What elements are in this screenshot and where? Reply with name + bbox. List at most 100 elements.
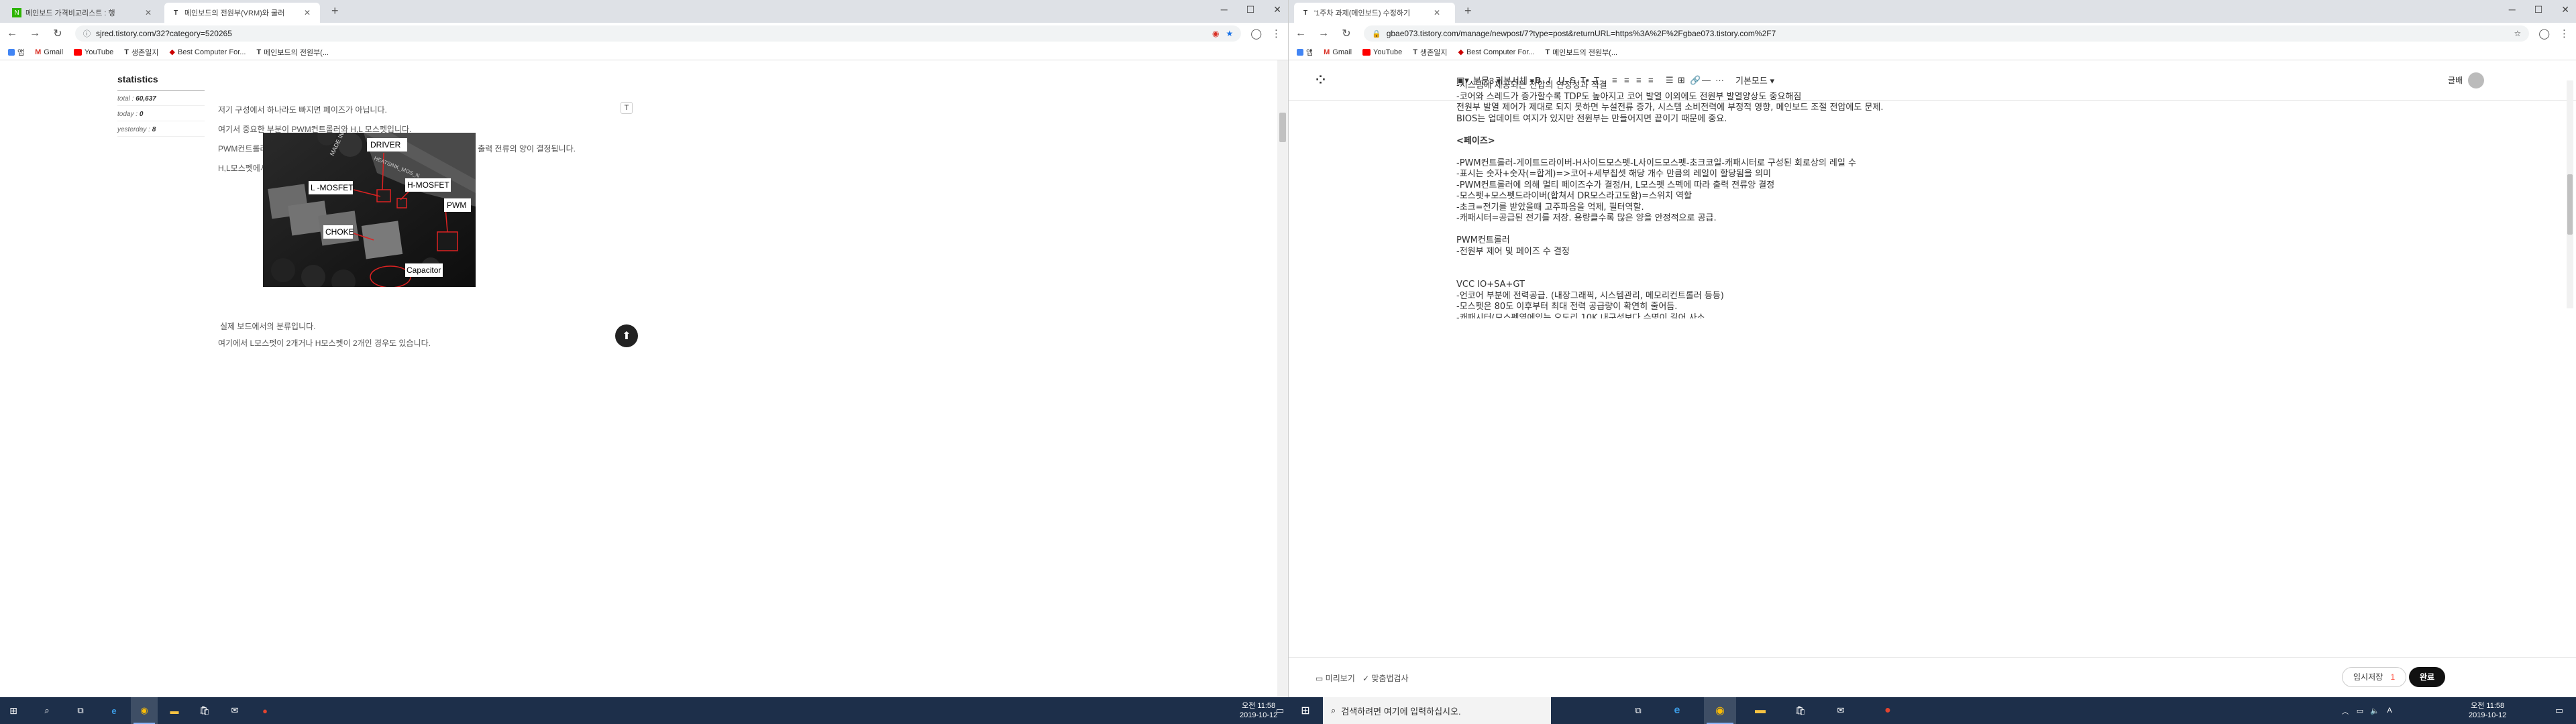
- explorer-taskbar-button[interactable]: ▬: [161, 697, 188, 724]
- url-field[interactable]: ⓘ sjred.tistory.com/32?category=520265 ◉…: [75, 25, 1242, 42]
- avatar[interactable]: [2468, 72, 2484, 88]
- chrome-taskbar-button[interactable]: ◉: [131, 697, 158, 724]
- search-button[interactable]: ⌕: [34, 697, 60, 724]
- editor-content[interactable]: -시스템에 제공되는 전압의 안정성과 직결 -코어와 스레드가 증가할수록 T…: [1456, 80, 2442, 318]
- editor-scrollbar[interactable]: [2567, 80, 2573, 308]
- network-icon[interactable]: ▭: [2353, 697, 2367, 724]
- scrollbar-thumb[interactable]: [2567, 174, 2573, 235]
- notification-glyph: ▭: [1275, 705, 1285, 715]
- notification-icon[interactable]: ▭: [1275, 697, 1285, 724]
- forward-icon[interactable]: →: [30, 27, 40, 40]
- bookmark-apps[interactable]: 앱: [1297, 47, 1313, 58]
- stat-value: 0: [139, 111, 144, 118]
- chrome-icon: ◉: [1715, 705, 1725, 717]
- app-taskbar-button[interactable]: ●: [1872, 697, 1904, 724]
- tab-price-list[interactable]: N 메인보드 가격비교리스트 : 행 ✕: [5, 3, 161, 23]
- right-clock[interactable]: 오전 11:58 2019-10-12: [2469, 701, 2506, 720]
- motherboard-photo: MADE IN CH HEATSINK_MOS_N DRIVER L -MOSF…: [263, 133, 476, 287]
- close-window-icon[interactable]: ✕: [1273, 4, 1281, 15]
- scrollbar-thumb[interactable]: [1279, 113, 1286, 142]
- bookmark-best-computer[interactable]: ◆ Best Computer For...: [169, 48, 246, 57]
- bookmark-gmail[interactable]: M Gmail: [1324, 48, 1352, 56]
- maximize-icon[interactable]: ☐: [1246, 4, 1255, 15]
- close-icon[interactable]: ✕: [304, 8, 311, 17]
- taskbar-search-box[interactable]: ⌕ 검색하려면 여기에 입력하십시오.: [1323, 697, 1551, 724]
- tray-chevron-icon[interactable]: ︿: [2339, 697, 2352, 724]
- bookmark-label: YouTube: [1373, 48, 1403, 56]
- tistory-icon: T: [1545, 48, 1550, 56]
- minimize-icon[interactable]: ─: [1221, 4, 1228, 15]
- edge-taskbar-button[interactable]: e: [101, 697, 127, 724]
- maximize-icon[interactable]: ☐: [2534, 4, 2543, 15]
- font-size-icon[interactable]: T: [621, 102, 633, 114]
- close-icon[interactable]: ✕: [1434, 8, 1440, 17]
- star-icon[interactable]: ★: [1226, 29, 1233, 38]
- url-text: sjred.tistory.com/32?category=520265: [96, 29, 232, 38]
- scroll-top-button[interactable]: ⬆: [615, 324, 638, 347]
- tistory-logo-icon[interactable]: ⁘: [1316, 73, 1326, 87]
- bookmark-survival[interactable]: T 생존일지: [1413, 47, 1447, 58]
- mail-taskbar-button[interactable]: ✉: [1825, 697, 1857, 724]
- folder-icon: ▬: [170, 705, 179, 716]
- task-view-icon: ⧉: [1635, 705, 1642, 715]
- tab-editor[interactable]: T '1주차 과제(메인보드) 수정하기 ✕: [1294, 3, 1455, 23]
- edge-taskbar-button[interactable]: e: [1661, 697, 1693, 724]
- page-scrollbar[interactable]: [1277, 60, 1288, 697]
- stat-label: total: [117, 95, 130, 103]
- bookmark-best-computer[interactable]: ◆ Best Computer For...: [1458, 48, 1534, 57]
- ime-icon[interactable]: A: [2383, 697, 2396, 724]
- task-view-button[interactable]: ⧉: [67, 697, 94, 724]
- publish-button[interactable]: 완료: [2409, 667, 2446, 687]
- button-label: 미리보기: [1325, 674, 1355, 683]
- url-field[interactable]: 🔒 gbae073.tistory.com/manage/newpost/7?t…: [1364, 25, 2530, 42]
- tistory-favicon-icon: T: [173, 9, 178, 17]
- tab-vrm-article[interactable]: T 메인보드의 전원부(VRM)와 쿨러 ✕: [164, 3, 320, 23]
- bookmark-apps[interactable]: 앱: [8, 47, 24, 58]
- tistory-icon: T: [1413, 48, 1417, 56]
- store-taskbar-button[interactable]: 🛍: [1784, 697, 1817, 724]
- reload-icon[interactable]: ↻: [1341, 27, 1352, 40]
- store-taskbar-button[interactable]: 🛍: [191, 697, 218, 724]
- action-center-icon[interactable]: ▭: [2549, 697, 2569, 724]
- task-view-button[interactable]: ⧉: [1622, 697, 1654, 724]
- bookmark-vrm[interactable]: T 메인보드의 전원부(...: [1545, 47, 1617, 58]
- forward-icon[interactable]: →: [1318, 27, 1329, 40]
- chrome-taskbar-button[interactable]: ◉: [1704, 697, 1736, 724]
- bookmark-gmail[interactable]: M Gmail: [35, 48, 63, 56]
- editor-line: PWM컨트롤러: [1456, 235, 1510, 245]
- editor-line: -모스펫+모스펫드라이버(합쳐서 DR모스라고도함)=스위치 역할: [1456, 191, 1692, 201]
- close-window-icon[interactable]: ✕: [2561, 4, 2569, 15]
- extension-icon[interactable]: ◉: [1212, 29, 1219, 38]
- spellcheck-button[interactable]: ✓ 맞춤법검사: [1362, 672, 1409, 684]
- edge-icon: e: [1674, 705, 1680, 716]
- bookmark-youtube[interactable]: YouTube: [1362, 48, 1402, 56]
- menu-icon[interactable]: ⋮: [1271, 27, 1281, 40]
- bookmark-vrm[interactable]: T 메인보드의 전원부(...: [256, 47, 329, 58]
- account-icon[interactable]: ◯: [2538, 27, 2550, 40]
- start-button[interactable]: ⊞: [1289, 697, 1322, 724]
- menu-icon[interactable]: ⋮: [2559, 27, 2569, 40]
- store-icon: 🛍: [1794, 705, 1807, 715]
- back-icon[interactable]: ←: [1295, 27, 1306, 40]
- close-icon[interactable]: ✕: [145, 8, 152, 17]
- reload-icon[interactable]: ↻: [52, 27, 63, 40]
- app-taskbar-button[interactable]: ●: [252, 697, 278, 724]
- stat-label: yesterday: [117, 126, 147, 133]
- new-tab-button[interactable]: +: [331, 4, 339, 18]
- bookmark-survival[interactable]: T 생존일지: [124, 47, 158, 58]
- mail-taskbar-button[interactable]: ✉: [221, 697, 248, 724]
- bookmark-label: 생존일지: [131, 48, 159, 57]
- label-driver: DRIVER: [370, 140, 401, 149]
- left-clock[interactable]: 오전 11:58 2019-10-12: [1240, 701, 1277, 720]
- volume-icon[interactable]: 🔈: [2368, 697, 2381, 724]
- preview-button[interactable]: ▭ 미리보기: [1316, 672, 1355, 684]
- back-icon[interactable]: ←: [7, 27, 17, 40]
- account-icon[interactable]: ◯: [1250, 27, 1262, 40]
- bookmark-youtube[interactable]: YouTube: [74, 48, 113, 56]
- minimize-icon[interactable]: ─: [2509, 4, 2516, 15]
- start-button[interactable]: ⊞: [0, 697, 27, 724]
- temp-save-button[interactable]: 임시저장 1: [2342, 667, 2407, 687]
- new-tab-button[interactable]: +: [1464, 4, 1472, 18]
- star-icon[interactable]: ☆: [2514, 29, 2521, 38]
- explorer-taskbar-button[interactable]: ▬: [1744, 697, 1776, 724]
